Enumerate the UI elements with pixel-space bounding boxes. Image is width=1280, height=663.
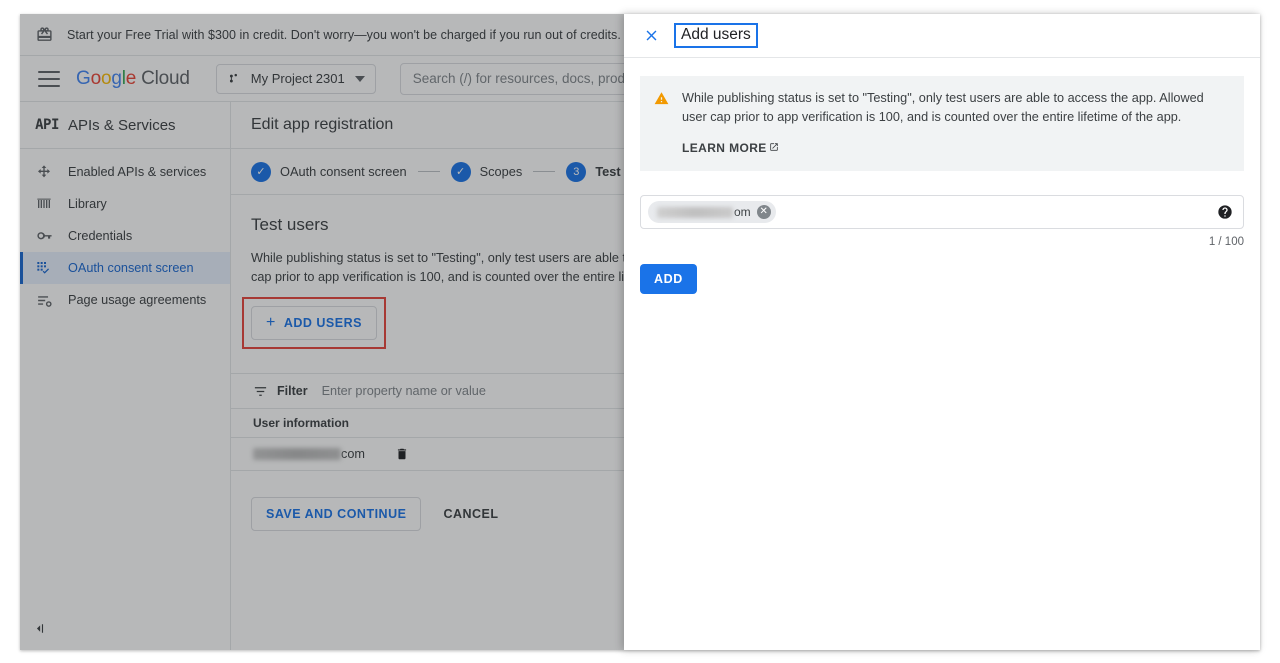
help-circle-icon[interactable] <box>1217 204 1233 220</box>
sidebar-item-label: Credentials <box>68 229 133 243</box>
dialog-header: Add users <box>624 14 1260 58</box>
email-chip-input[interactable]: om ✕ <box>640 195 1244 229</box>
sidebar-item-credentials[interactable]: Credentials <box>20 220 230 252</box>
sidebar-item-label: Enabled APIs & services <box>68 165 207 179</box>
warning-banner: While publishing status is set to "Testi… <box>640 76 1244 171</box>
add-users-highlight-wrapper: + ADD USERS <box>242 297 386 349</box>
cancel-button[interactable]: CANCEL <box>429 497 512 531</box>
sidebar-item-enabled-apis[interactable]: Enabled APIs & services <box>20 156 230 188</box>
sidebar-item-library[interactable]: Library <box>20 188 230 220</box>
sidebar-item-page-usage-agreements[interactable]: Page usage agreements <box>20 284 230 316</box>
chip-counter: 1 / 100 <box>1208 236 1244 248</box>
step-oauth-consent-screen[interactable]: ✓ OAuth consent screen <box>251 161 407 182</box>
warning-learn-more-link[interactable]: LEARN MORE <box>682 141 779 155</box>
sidebar-product-title: APIs & Services <box>68 116 176 134</box>
plus-icon: + <box>266 314 276 331</box>
dialog-title: Add users <box>674 23 758 48</box>
key-icon <box>20 228 68 245</box>
add-button[interactable]: ADD <box>640 264 697 294</box>
email-chip: om ✕ <box>648 201 776 223</box>
step-badge: ✓ <box>251 161 271 182</box>
screen-root: Start your Free Trial with $300 in credi… <box>0 0 1280 663</box>
redacted-email <box>253 448 341 460</box>
sidebar-footer <box>20 606 230 650</box>
step-label: OAuth consent screen <box>280 164 407 179</box>
chip-remove-icon[interactable]: ✕ <box>756 205 771 219</box>
dashboard-arrows-icon <box>20 164 68 180</box>
close-icon[interactable] <box>638 23 664 49</box>
save-and-continue-button[interactable]: SAVE AND CONTINUE <box>251 497 422 531</box>
api-glyph-icon: API <box>35 117 59 133</box>
warning-triangle-icon <box>654 89 682 157</box>
filter-label: Filter <box>277 384 308 398</box>
step-badge: ✓ <box>450 161 471 182</box>
filter-input[interactable]: Enter property name or value <box>322 384 486 398</box>
sidebar-item-label: OAuth consent screen <box>68 261 194 275</box>
save-button-label: SAVE AND CONTINUE <box>266 507 407 521</box>
step-scopes[interactable]: ✓ Scopes <box>450 161 523 182</box>
search-placeholder: Search (/) for resources, docs, product <box>412 71 644 86</box>
warning-text: While publishing status is set to "Testi… <box>682 91 1204 124</box>
add-users-dialog: Add users While publishing status is set… <box>624 14 1260 650</box>
library-icon <box>20 196 68 212</box>
external-link-icon <box>769 141 779 155</box>
sidebar: API APIs & Services Enabled APIs & servi… <box>20 102 231 650</box>
project-selector-label: My Project 2301 <box>250 71 345 86</box>
sidebar-header: API APIs & Services <box>20 102 230 149</box>
add-button-label: ADD <box>654 272 683 286</box>
sidebar-item-oauth-consent-screen[interactable]: OAuth consent screen <box>20 252 230 284</box>
sidebar-item-label: Page usage agreements <box>68 293 207 307</box>
filter-icon[interactable] <box>253 384 268 399</box>
step-separator <box>533 171 556 172</box>
project-selector[interactable]: My Project 2301 <box>215 63 376 94</box>
page-agreements-icon <box>20 292 68 309</box>
google-cloud-logo: Google Cloud <box>76 67 190 89</box>
column-user-information: User information <box>253 416 350 430</box>
sidebar-nav-list: Enabled APIs & services Library Credenti… <box>20 149 230 606</box>
collapse-sidebar-icon[interactable] <box>32 620 49 637</box>
add-users-button-label: ADD USERS <box>283 316 362 330</box>
chip-email-suffix: om <box>734 205 751 219</box>
chevron-down-icon <box>354 75 365 82</box>
step-label: Scopes <box>479 164 523 179</box>
redacted-email <box>657 206 733 218</box>
sidebar-item-label: Library <box>68 197 107 211</box>
cancel-button-label: CANCEL <box>443 507 499 521</box>
trash-icon[interactable] <box>395 447 409 461</box>
add-users-button[interactable]: + ADD USERS <box>251 306 377 340</box>
project-dots-icon <box>227 71 242 86</box>
step-badge: 3 <box>566 161 587 182</box>
dialog-body: While publishing status is set to "Testi… <box>624 58 1260 294</box>
step-separator <box>417 171 440 172</box>
hamburger-menu-icon[interactable] <box>38 70 60 87</box>
user-email-suffix: com <box>341 447 365 461</box>
consent-screen-icon <box>20 260 68 276</box>
promo-text: Start your Free Trial with $300 in credi… <box>67 27 621 42</box>
gift-icon <box>36 26 53 43</box>
